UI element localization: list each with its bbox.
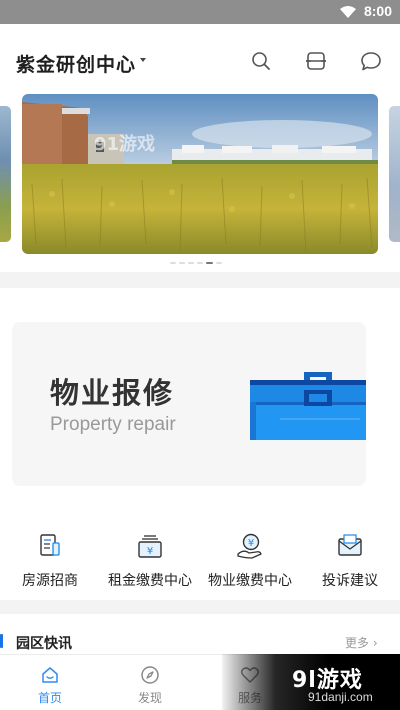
carousel-dot <box>188 262 194 264</box>
property-repair-card[interactable]: 物业报修 Property repair <box>12 322 366 486</box>
carousel-dot <box>170 262 176 264</box>
site-watermark: 9l游戏 91danji.com <box>222 654 400 710</box>
status-bar: 8:00 <box>0 0 400 24</box>
watermark-url: 91danji.com <box>308 690 373 704</box>
home-icon <box>42 667 58 683</box>
tab-home[interactable]: 首页 <box>0 655 100 710</box>
banner-prev-slide[interactable] <box>0 106 11 242</box>
menu-item-complaints[interactable]: 投诉建议 <box>300 520 400 592</box>
carousel-dot-active <box>206 262 213 264</box>
menu-item-label: 投诉建议 <box>322 573 378 589</box>
message-icon[interactable] <box>360 50 382 72</box>
section-accent-bar <box>0 634 3 648</box>
quick-menu: 房源招商 ¥ 租金缴费中心 ¥ 物业缴费中心 投诉建议 <box>0 520 400 592</box>
svg-text:¥: ¥ <box>248 538 254 549</box>
scan-icon[interactable] <box>305 50 327 72</box>
park-news-header: 园区快讯 更多 › <box>0 628 400 654</box>
menu-item-label: 租金缴费中心 <box>108 573 192 589</box>
mail-icon <box>338 534 362 556</box>
banner-watermark: 91游戏 <box>94 133 155 155</box>
compass-icon <box>141 666 159 684</box>
menu-item-listings[interactable]: 房源招商 <box>0 520 100 592</box>
rent-payment-icon: ¥ <box>138 535 162 558</box>
promo-subtitle: Property repair <box>50 414 176 435</box>
app-header: 紫金研创中心 <box>0 24 400 94</box>
menu-item-label: 物业缴费中心 <box>208 573 292 589</box>
carousel-dot <box>197 262 203 264</box>
more-link[interactable]: 更多 › <box>345 634 378 651</box>
chevron-right-icon: › <box>372 636 378 650</box>
menu-item-label: 房源招商 <box>22 573 78 589</box>
carousel-dot <box>216 262 222 264</box>
carousel-dot <box>179 262 185 264</box>
svg-text:¥: ¥ <box>147 546 153 557</box>
banner-carousel[interactable]: 91游戏 <box>0 94 400 272</box>
rice-field-photo: 91游戏 <box>22 94 378 254</box>
menu-item-rent-payment[interactable]: ¥ 租金缴费中心 <box>100 520 200 592</box>
search-icon[interactable] <box>250 50 272 72</box>
toolbox-icon <box>250 372 366 440</box>
tab-discover[interactable]: 发现 <box>100 655 200 710</box>
chevron-down-icon[interactable] <box>140 58 146 62</box>
more-label: 更多 <box>345 636 370 650</box>
tab-label: 发现 <box>137 691 162 705</box>
section-divider <box>0 600 400 614</box>
clock: 8:00 <box>363 3 392 19</box>
wifi-icon <box>340 6 356 18</box>
promo-title: 物业报修 <box>50 376 175 410</box>
page-title[interactable]: 紫金研创中心 <box>16 50 136 77</box>
carousel-indicator <box>170 262 222 266</box>
section-divider <box>0 272 400 288</box>
section-title: 园区快讯 <box>16 636 72 652</box>
document-icon <box>40 534 60 556</box>
menu-item-property-payment[interactable]: ¥ 物业缴费中心 <box>200 520 300 592</box>
property-payment-icon: ¥ <box>237 533 262 559</box>
tab-label: 首页 <box>37 691 62 705</box>
banner-image[interactable]: 91游戏 <box>22 94 378 254</box>
banner-next-slide[interactable] <box>389 106 400 242</box>
